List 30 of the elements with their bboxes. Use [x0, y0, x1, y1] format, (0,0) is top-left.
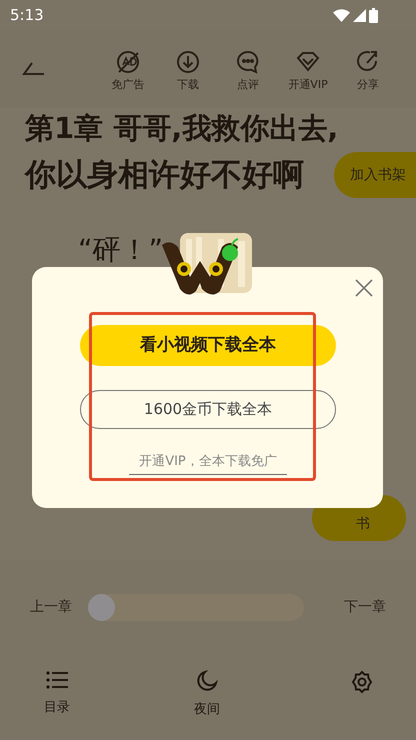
download-icon: [175, 48, 201, 75]
status-time: 5:13: [10, 4, 44, 26]
toolbar-action[interactable]: 开通VIP: [282, 48, 334, 94]
add-to-shelf-button[interactable]: 加入书架: [334, 152, 416, 198]
moon-icon: [196, 670, 218, 692]
no-ads-icon: [115, 48, 141, 75]
toolbar-action[interactable]: 点评: [222, 48, 274, 94]
chapter-title: 你以身相许好不好啊: [23, 156, 304, 195]
settings-icon[interactable]: [350, 670, 374, 694]
back-icon[interactable]: [22, 62, 46, 76]
comment-icon: [235, 48, 261, 75]
chapter-title: 第1章 哥哥,我救你出去,: [25, 110, 338, 146]
toolbar-action[interactable]: 分享: [342, 48, 394, 94]
slider-thumb[interactable]: [88, 594, 115, 620]
paragraph-text: “砰！”: [78, 232, 164, 268]
toolbar-action[interactable]: 下载: [162, 48, 214, 94]
next-chapter-link[interactable]: 下一章: [344, 596, 386, 618]
toolbar-action[interactable]: 免广告: [102, 48, 154, 94]
watch-video-download-button[interactable]: 看小视频下载全本: [80, 325, 336, 366]
vip-link[interactable]: 开通VIP，全本下载免广: [129, 452, 287, 474]
previous-chapter-link[interactable]: 上一章: [30, 596, 72, 618]
list-icon: [46, 670, 68, 690]
coin-download-button[interactable]: 1600金币下载全本: [80, 390, 336, 429]
bottom-nav-item[interactable]: 目录: [27, 670, 87, 718]
battery-icon: [369, 8, 378, 22]
chapter-progress-slider[interactable]: [88, 594, 304, 620]
bottom-nav-item[interactable]: 夜间: [177, 670, 237, 720]
close-icon[interactable]: [355, 279, 373, 297]
signal-icon: [353, 8, 366, 22]
wifi-icon: [333, 8, 350, 22]
